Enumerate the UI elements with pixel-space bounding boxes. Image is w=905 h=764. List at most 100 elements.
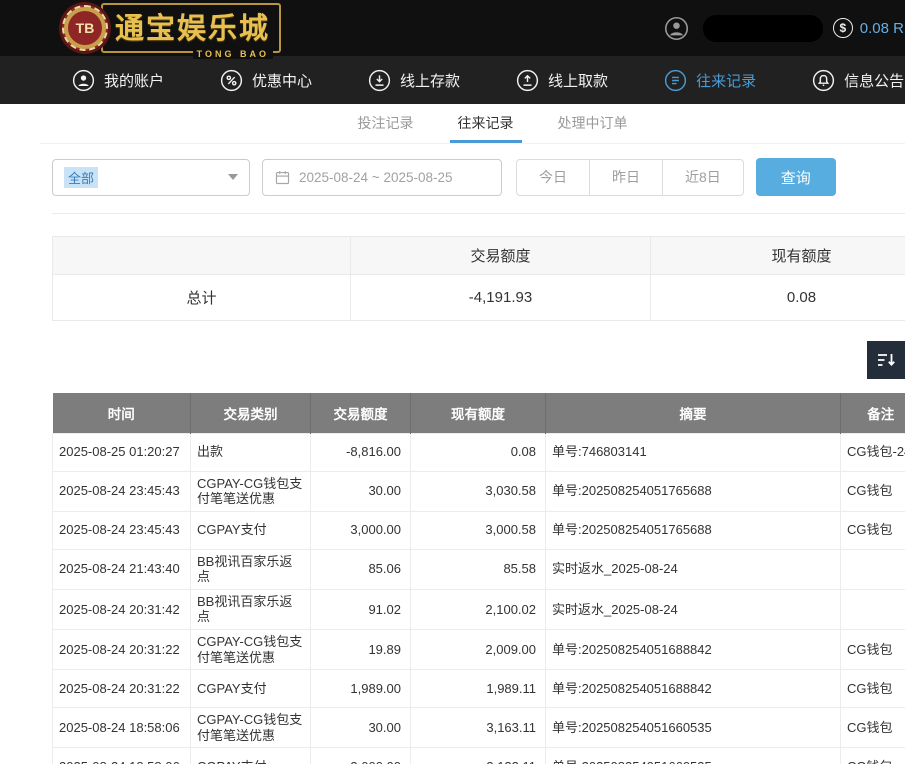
tab-transaction-records[interactable]: 往来记录 — [450, 104, 522, 143]
col-header-summary: 摘要 — [546, 393, 841, 433]
cell-type: CGPAY支付 — [191, 511, 311, 549]
nav-item-deposit[interactable]: 线上存款 — [368, 69, 460, 92]
cell-time: 2025-08-24 18:58:06 — [53, 748, 191, 764]
cell-balance: 3,163.11 — [411, 708, 546, 748]
nav-item-announcements[interactable]: 信息公告 — [812, 69, 904, 92]
topbar-account-area: $ 0.08 R — [664, 0, 905, 56]
cell-amount: -8,816.00 — [311, 433, 411, 471]
cell-amount: 3,000.00 — [311, 748, 411, 764]
cell-time: 2025-08-24 23:45:43 — [53, 511, 191, 549]
table-row: 2025-08-25 01:20:27出款-8,816.000.08单号:746… — [53, 433, 905, 471]
nav-item-promotions[interactable]: 优惠中心 — [220, 69, 312, 92]
cell-summary: 单号:746803141 — [546, 433, 841, 471]
cell-remark — [841, 549, 905, 589]
summary-header-transaction: 交易额度 — [351, 237, 651, 275]
logo-title: 通宝娱乐城 — [115, 5, 270, 47]
cell-balance: 85.58 — [411, 549, 546, 589]
cell-balance: 3,000.58 — [411, 511, 546, 549]
cell-type: 出款 — [191, 433, 311, 471]
summary-total-transaction: -4,191.93 — [351, 275, 651, 321]
col-header-time: 时间 — [53, 393, 191, 433]
date-range-input[interactable]: 2025-08-24 ~ 2025-08-25 — [262, 159, 502, 196]
type-filter-select[interactable]: 全部 — [52, 159, 250, 196]
chevron-down-icon — [228, 174, 238, 180]
summary-header-empty — [53, 237, 351, 275]
filter-bar: 全部 2025-08-24 ~ 2025-08-25 今日 昨日 近8日 查询 — [52, 158, 905, 196]
sort-icon — [874, 348, 898, 372]
transactions-table: 时间 交易类别 交易额度 现有额度 摘要 备注 2025-08-25 01:20… — [52, 393, 905, 764]
col-header-balance: 现有额度 — [411, 393, 546, 433]
cell-type: CGPAY-CG钱包支付笔笔送优惠 — [191, 708, 311, 748]
cell-type: CGPAY-CG钱包支付笔笔送优惠 — [191, 630, 311, 670]
table-row: 2025-08-24 18:58:06CGPAY支付3,000.003,133.… — [53, 748, 905, 764]
nav-item-records[interactable]: 往来记录 — [664, 69, 756, 92]
cell-balance: 3,030.58 — [411, 471, 546, 511]
table-row: 2025-08-24 20:31:22CGPAY支付1,989.001,989.… — [53, 670, 905, 708]
cell-balance: 0.08 — [411, 433, 546, 471]
cell-summary: 单号:202508254051765688 — [546, 471, 841, 511]
cell-type: BB视讯百家乐返点 — [191, 589, 311, 629]
cell-amount: 3,000.00 — [311, 511, 411, 549]
cell-balance: 2,009.00 — [411, 630, 546, 670]
cell-balance: 3,133.11 — [411, 748, 546, 764]
cell-remark: CG钱包 — [841, 471, 905, 511]
transaction-records-page: TB 通宝娱乐城 TONG BAO $ 0.08 R 我的账户 — [0, 0, 905, 764]
date-range-value: 2025-08-24 ~ 2025-08-25 — [299, 170, 453, 185]
yesterday-button[interactable]: 昨日 — [589, 159, 663, 196]
cell-amount: 30.00 — [311, 471, 411, 511]
cell-type: BB视讯百家乐返点 — [191, 549, 311, 589]
cell-time: 2025-08-24 20:31:42 — [53, 589, 191, 629]
sort-row — [52, 341, 905, 379]
username-redacted — [703, 15, 823, 42]
tab-pending-orders[interactable]: 处理中订单 — [550, 104, 636, 143]
cell-type: CGPAY支付 — [191, 670, 311, 708]
cell-time: 2025-08-24 21:43:40 — [53, 549, 191, 589]
cell-time: 2025-08-24 20:31:22 — [53, 630, 191, 670]
sort-button[interactable] — [867, 341, 905, 379]
cell-amount: 19.89 — [311, 630, 411, 670]
cell-remark: CG钱包 — [841, 630, 905, 670]
last-8-days-button[interactable]: 近8日 — [662, 159, 744, 196]
cell-summary: 单号:202508254051688842 — [546, 670, 841, 708]
nav-item-my-account[interactable]: 我的账户 — [72, 69, 164, 92]
transactions-body: 2025-08-25 01:20:27出款-8,816.000.08单号:746… — [53, 433, 905, 764]
summary-header-balance: 现有额度 — [651, 237, 905, 275]
summary-total-label: 总计 — [53, 275, 351, 321]
deposit-icon — [368, 69, 391, 92]
today-button[interactable]: 今日 — [516, 159, 590, 196]
col-header-amount: 交易额度 — [311, 393, 411, 433]
search-button[interactable]: 查询 — [756, 158, 836, 196]
cell-type: CGPAY-CG钱包支付笔笔送优惠 — [191, 471, 311, 511]
nav-item-label: 信息公告 — [844, 70, 904, 91]
site-logo: TB 通宝娱乐城 TONG BAO — [62, 3, 281, 53]
summary-header-row: 交易额度 现有额度 — [53, 237, 905, 275]
balance-amount: 0.08 R — [860, 20, 905, 37]
table-row: 2025-08-24 18:58:06CGPAY-CG钱包支付笔笔送优惠30.0… — [53, 708, 905, 748]
cell-time: 2025-08-24 23:45:43 — [53, 471, 191, 511]
tab-betting-records[interactable]: 投注记录 — [350, 104, 422, 143]
nav-item-label: 线上取款 — [548, 70, 608, 91]
cell-amount: 1,989.00 — [311, 670, 411, 708]
cell-amount: 85.06 — [311, 549, 411, 589]
table-row: 2025-08-24 20:31:42BB视讯百家乐返点91.022,100.0… — [53, 589, 905, 629]
transactions-header-row: 时间 交易类别 交易额度 现有额度 摘要 备注 — [53, 393, 905, 433]
user-avatar-icon — [664, 16, 689, 41]
withdraw-icon — [516, 69, 539, 92]
cell-remark: CG钱包-24 — [841, 433, 905, 471]
summary-total-balance: 0.08 — [651, 275, 905, 321]
table-row: 2025-08-24 23:45:43CGPAY-CG钱包支付笔笔送优惠30.0… — [53, 471, 905, 511]
table-row: 2025-08-24 23:45:43CGPAY支付3,000.003,000.… — [53, 511, 905, 549]
cell-amount: 30.00 — [311, 708, 411, 748]
col-header-type: 交易类别 — [191, 393, 311, 433]
records-icon — [664, 69, 687, 92]
cell-summary: 单号:202508254051688842 — [546, 630, 841, 670]
type-filter-value: 全部 — [64, 167, 98, 188]
logo-chip-icon: TB — [62, 5, 108, 51]
calendar-icon — [274, 169, 291, 186]
nav-item-label: 线上存款 — [400, 70, 460, 91]
nav-item-label: 往来记录 — [696, 70, 756, 91]
section-divider — [52, 213, 905, 214]
cell-summary: 实时返水_2025-08-24 — [546, 589, 841, 629]
nav-item-withdraw[interactable]: 线上取款 — [516, 69, 608, 92]
cell-balance: 2,100.02 — [411, 589, 546, 629]
